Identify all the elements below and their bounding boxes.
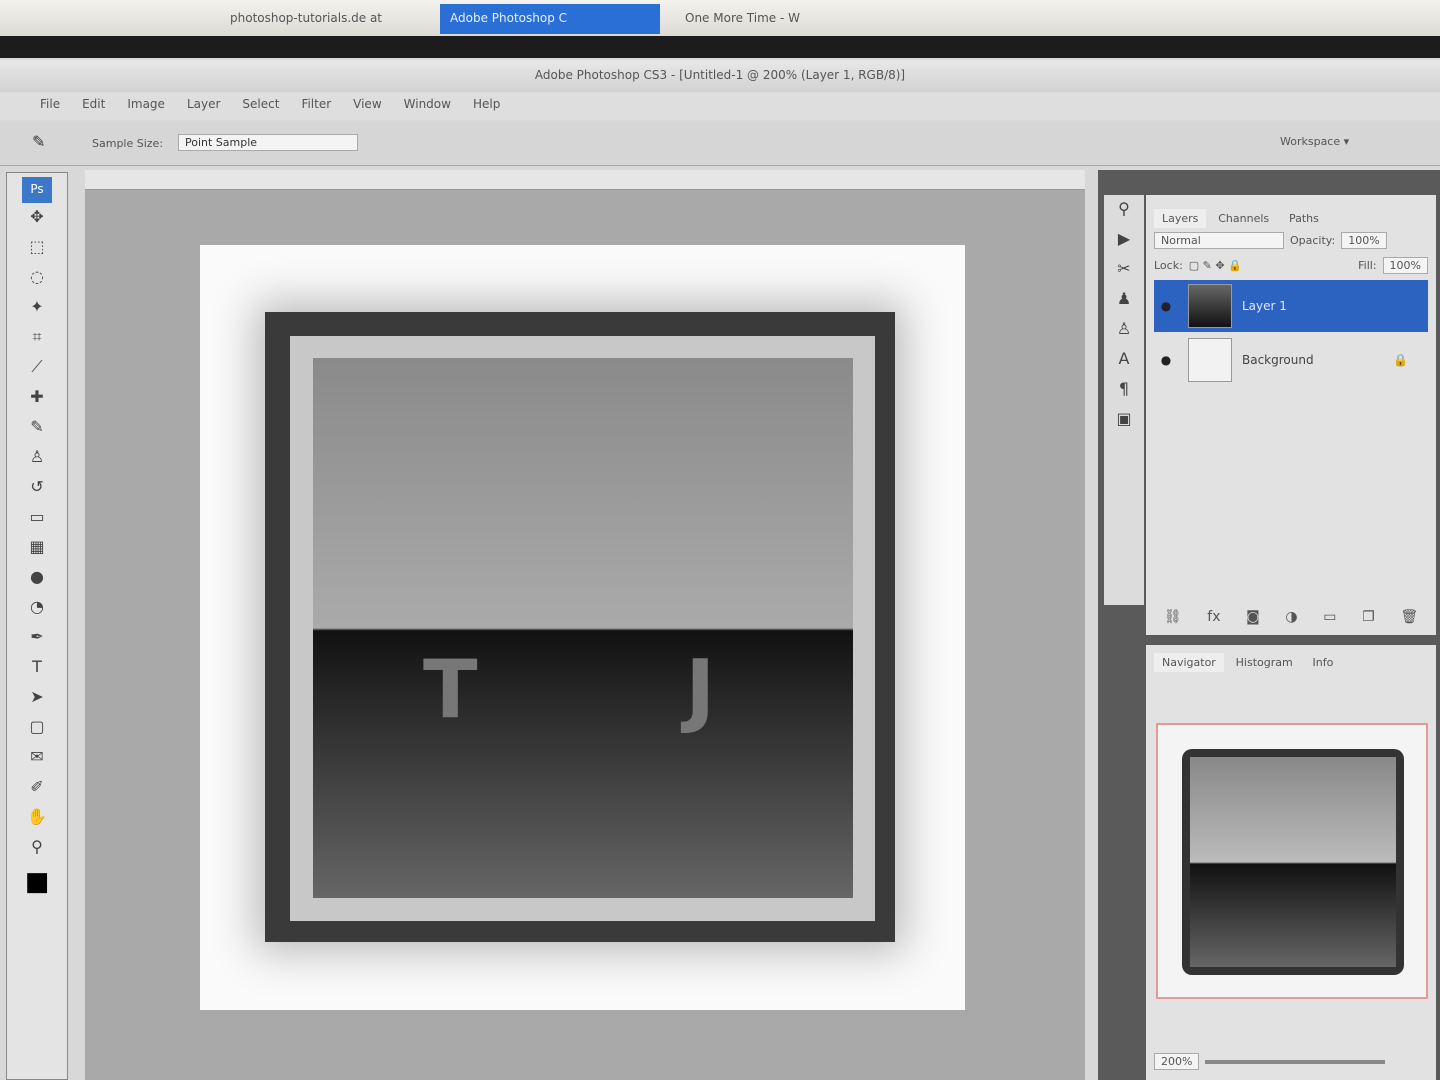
eraser-tool-icon[interactable]: ▭ [22,507,52,533]
blend-mode-select[interactable]: Normal [1154,232,1284,249]
canvas-text: T J [423,643,806,736]
eye-icon[interactable]: ● [1154,353,1178,367]
lock-icon: 🔒 [1393,353,1408,367]
dodge-tool-icon[interactable]: ◔ [22,597,52,623]
menu-select[interactable]: Select [242,97,279,120]
marquee-tool-icon[interactable]: ⬚ [22,237,52,263]
layer-row-layer-1[interactable]: ● Layer 1 [1154,280,1428,332]
sample-size-select[interactable]: Point Sample [178,134,358,151]
brush-tool-icon[interactable]: ✎ [22,417,52,443]
window-title: Adobe Photoshop CS3 - [Untitled-1 @ 200%… [0,60,1440,92]
workspace-menu[interactable]: Workspace ▾ [1280,135,1349,148]
character-panel-icon[interactable]: A [1109,349,1139,375]
eye-icon[interactable]: ● [1154,299,1178,313]
navigator-zoom-field[interactable]: 200% [1154,1053,1200,1070]
lock-label: Lock: [1154,259,1183,272]
navigator-panel: Navigator Histogram Info 200% [1146,645,1436,1080]
color-swatches-icon[interactable]: ■ [22,867,52,897]
actions-panel-icon[interactable]: ▶ [1109,229,1139,255]
ruler-horizontal [85,170,1085,190]
browser-tab-active[interactable]: Adobe Photoshop C [440,4,660,34]
hand-tool-icon[interactable]: ✋ [22,807,52,833]
slice-tool-icon[interactable]: ⟋ [22,357,52,383]
tab-channels[interactable]: Channels [1210,209,1277,228]
menu-filter[interactable]: Filter [301,97,331,120]
layer-thumbnail [1188,338,1232,382]
new-layer-icon[interactable]: ❐ [1362,609,1375,625]
navigator-preview[interactable] [1156,723,1428,999]
clone-source-icon[interactable]: ♙ [1109,319,1139,345]
layer-name: Layer 1 [1242,299,1287,313]
link-layers-icon[interactable]: ⛓ [1164,609,1182,625]
browser-tab-bar: photoshop-tutorials.de at Adobe Photosho… [0,0,1440,36]
menu-help[interactable]: Help [473,97,500,120]
brushes-panel-icon[interactable]: ♟ [1109,289,1139,315]
menu-image[interactable]: Image [127,97,165,120]
menu-window[interactable]: Window [404,97,451,120]
toolbox: Ps ✥ ⬚ ◌ ✦ ⌗ ⟋ ✚ ✎ ♙ ↺ ▭ ▦ ● ◔ ✒ T ➤ ▢ ✉… [6,172,68,1080]
lasso-tool-icon[interactable]: ◌ [22,267,52,293]
eyedropper-icon[interactable]: ✎ [32,132,45,151]
path-select-tool-icon[interactable]: ➤ [22,687,52,713]
magic-wand-tool-icon[interactable]: ✦ [22,297,52,323]
layer-thumbnail [1188,284,1232,328]
browser-tab[interactable]: photoshop-tutorials.de at [220,4,430,34]
sample-size-label: Sample Size: [92,137,164,150]
layers-panel: Layers Channels Paths Normal Opacity: 10… [1146,195,1436,635]
zoom-tool-icon[interactable]: ⚲ [22,837,52,863]
delete-layer-icon[interactable]: 🗑 [1400,609,1418,625]
tab-histogram[interactable]: Histogram [1228,653,1301,672]
notes-tool-icon[interactable]: ✉ [22,747,52,773]
opacity-field[interactable]: 100% [1341,232,1387,249]
navigator-zoom-row: 200% [1146,1049,1393,1074]
stamp-tool-icon[interactable]: ♙ [22,447,52,473]
crop-tool-icon[interactable]: ⌗ [22,327,52,353]
layer-name: Background [1242,353,1314,367]
adjustment-layer-icon[interactable]: ◑ [1285,609,1297,625]
tab-paths[interactable]: Paths [1281,209,1327,228]
gradient-tool-icon[interactable]: ▦ [22,537,52,563]
history-brush-icon[interactable]: ↺ [22,477,52,503]
layers-panel-footer: ⛓ fx ◙ ◑ ▭ ❐ 🗑 [1146,605,1436,629]
navigator-zoom-slider[interactable] [1205,1059,1386,1064]
shape-tool-icon[interactable]: ▢ [22,717,52,743]
paragraph-panel-icon[interactable]: ¶ [1109,379,1139,405]
navigator-thumbnail [1182,749,1404,975]
fill-field[interactable]: 100% [1382,257,1428,274]
layer-comps-icon[interactable]: ▣ [1109,409,1139,435]
panel-icon-strip: ⚲ ▶ ✂ ♟ ♙ A ¶ ▣ [1104,195,1144,605]
move-tool-icon[interactable]: ✥ [22,207,52,233]
pen-tool-icon[interactable]: ✒ [22,627,52,653]
button-gradient: T J [313,358,853,898]
options-bar: ✎ Sample Size: Point Sample Workspace ▾ [0,122,1440,166]
new-group-icon[interactable]: ▭ [1323,609,1336,625]
fill-label: Fill: [1358,259,1377,272]
tab-layers[interactable]: Layers [1154,209,1207,228]
menu-layer[interactable]: Layer [187,97,220,120]
tools-preset-icon[interactable]: ✂ [1109,259,1139,285]
ps-logo-icon: Ps [22,177,52,203]
menu-view[interactable]: View [353,97,381,120]
history-panel-icon[interactable]: ⚲ [1109,199,1139,225]
menu-bar: File Edit Image Layer Select Filter View… [0,92,1440,120]
browser-tab[interactable]: One More Time - W [675,4,895,34]
menu-edit[interactable]: Edit [82,97,105,120]
layer-style-icon[interactable]: fx [1207,609,1220,625]
type-tool-icon[interactable]: T [22,657,52,683]
layer-mask-icon[interactable]: ◙ [1246,609,1260,625]
menu-file[interactable]: File [40,97,60,120]
lock-icons[interactable]: ▢ ✎ ✥ 🔒 [1189,259,1242,272]
taskbar [0,36,1440,58]
layer-row-background[interactable]: ● Background 🔒 [1154,334,1428,386]
healing-tool-icon[interactable]: ✚ [22,387,52,413]
blur-tool-icon[interactable]: ● [22,567,52,593]
eyedropper-tool-icon[interactable]: ✐ [22,777,52,803]
opacity-label: Opacity: [1290,234,1336,247]
tab-navigator[interactable]: Navigator [1154,653,1224,672]
tab-info[interactable]: Info [1305,653,1342,672]
